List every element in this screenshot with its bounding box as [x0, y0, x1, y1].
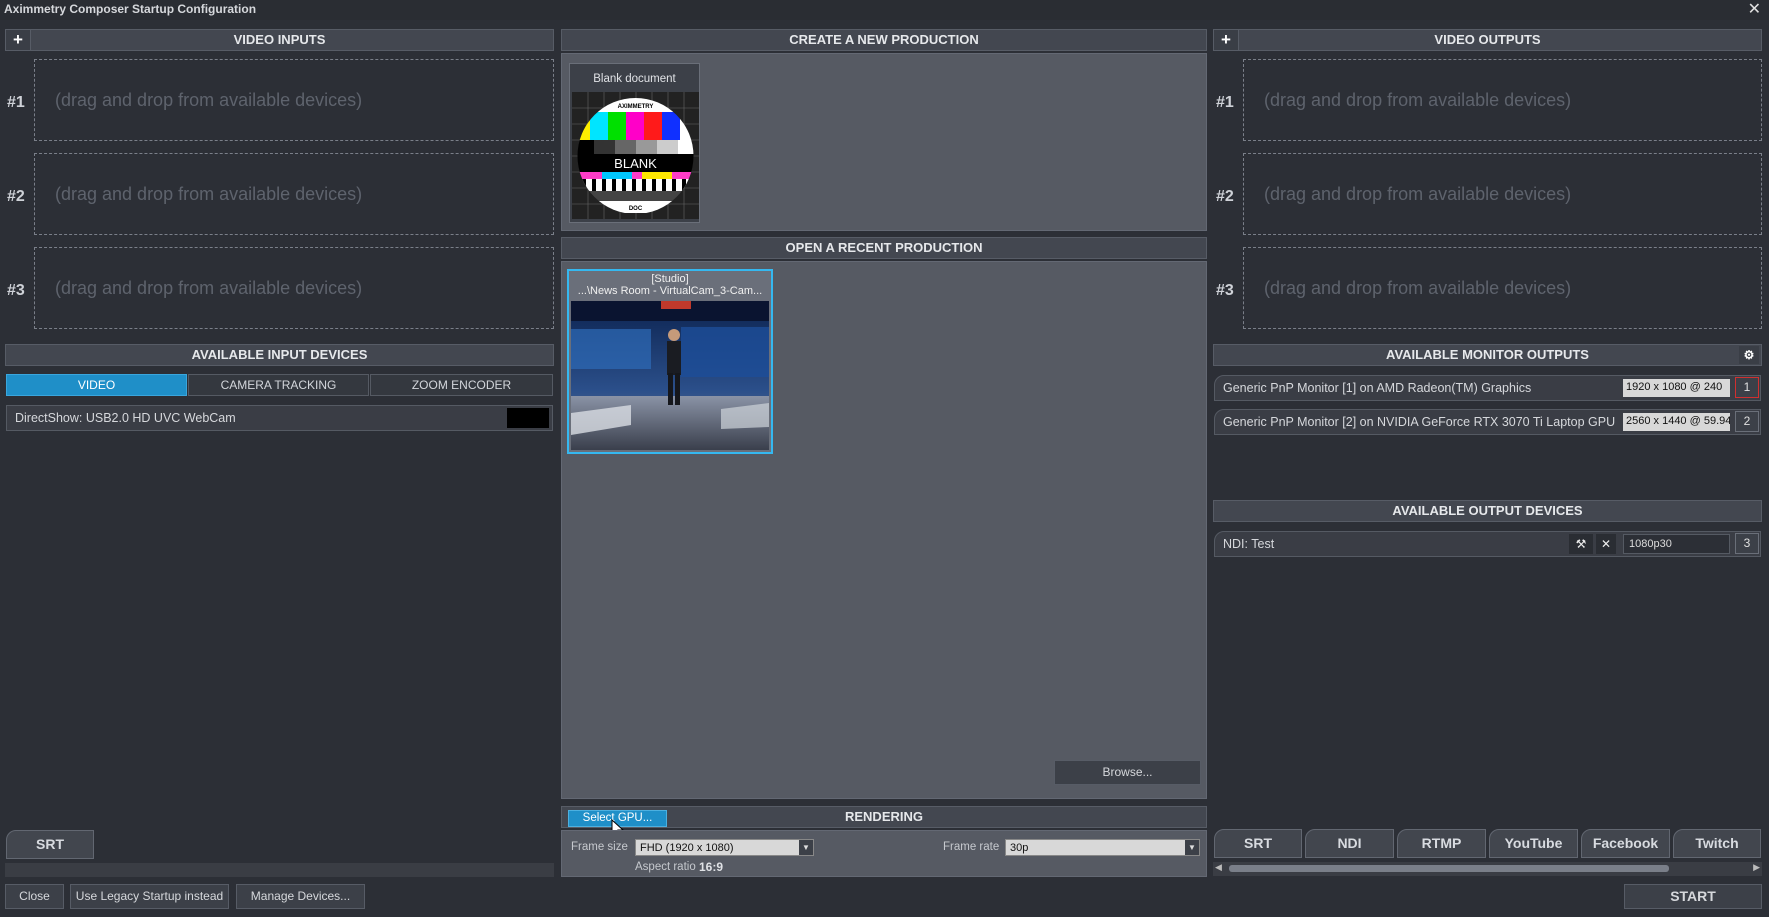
- frame-rate-value: 30p: [1010, 842, 1029, 854]
- monitor-number-box[interactable]: 2: [1735, 411, 1759, 432]
- output-tabs-scrollbar[interactable]: ◀ ▶: [1213, 862, 1762, 876]
- input-device-name: DirectShow: USB2.0 HD UVC WebCam: [15, 411, 236, 425]
- title-bar: Aximmetry Composer Startup Configuration…: [0, 0, 1769, 20]
- logo-mid-text: BLANK: [614, 156, 657, 171]
- output-tab-twitch[interactable]: Twitch: [1673, 829, 1761, 858]
- wrench-icon[interactable]: ⚒: [1569, 534, 1593, 554]
- close-window-icon[interactable]: ✕: [1748, 0, 1761, 19]
- monitor-mode-field[interactable]: 1920 x 1080 @ 240: [1623, 379, 1730, 397]
- create-production-header: CREATE A NEW PRODUCTION: [561, 29, 1207, 51]
- scroll-left-icon[interactable]: ◀: [1215, 862, 1222, 873]
- output-tab-facebook[interactable]: Facebook: [1581, 829, 1670, 858]
- frame-size-select[interactable]: FHD (1920 x 1080) ▼: [635, 839, 814, 856]
- output-device-row[interactable]: NDI: Test ⚒ ✕ 1080p30 3: [1214, 531, 1761, 557]
- tab-video[interactable]: VIDEO: [6, 374, 187, 396]
- monitor-name: Generic PnP Monitor [2] on NVIDIA GeForc…: [1223, 415, 1616, 429]
- rendering-panel: Frame size FHD (1920 x 1080) ▼ Frame rat…: [561, 830, 1207, 877]
- output-number-box[interactable]: 3: [1735, 533, 1759, 554]
- monitor-row-1[interactable]: Generic PnP Monitor [1] on AMD Radeon(TM…: [1214, 375, 1761, 401]
- window-title: Aximmetry Composer Startup Configuration: [4, 2, 257, 16]
- video-output-slot-1[interactable]: (drag and drop from available devices): [1243, 59, 1762, 141]
- recent-production-header: OPEN A RECENT PRODUCTION: [561, 237, 1207, 259]
- video-input-slot-number: #2: [7, 188, 25, 205]
- scrollbar-thumb[interactable]: [1229, 865, 1669, 872]
- create-production-panel: Blank document AXIMMETRY BLANK DOC: [561, 53, 1207, 231]
- input-device-row[interactable]: DirectShow: USB2.0 HD UVC WebCam: [6, 405, 553, 431]
- output-tab-ndi[interactable]: NDI: [1305, 829, 1394, 858]
- blank-document-tile[interactable]: Blank document AXIMMETRY BLANK DOC: [569, 63, 700, 223]
- monitor-settings-icon[interactable]: ⚙: [1739, 346, 1759, 364]
- frame-size-label: Frame size: [571, 841, 628, 853]
- close-button[interactable]: Close: [5, 884, 64, 909]
- video-output-slot-number: #3: [1216, 282, 1234, 299]
- add-video-output-button[interactable]: +: [1214, 30, 1239, 50]
- recent-item-line2: ...\News Room - VirtualCam_3-Cam...: [577, 285, 763, 297]
- output-device-name: NDI: Test: [1223, 537, 1275, 551]
- recent-production-item[interactable]: [Studio] ...\News Room - VirtualCam_3-Ca…: [567, 269, 773, 454]
- recent-production-thumbnail: [571, 301, 769, 450]
- frame-rate-label: Frame rate: [943, 841, 1000, 853]
- output-format-field[interactable]: 1080p30: [1623, 534, 1730, 554]
- video-input-slot-3[interactable]: (drag and drop from available devices): [34, 247, 554, 329]
- scroll-right-icon[interactable]: ▶: [1753, 862, 1760, 873]
- video-output-slot-3[interactable]: (drag and drop from available devices): [1243, 247, 1762, 329]
- logo-top-text: AXIMMETRY: [618, 104, 654, 110]
- browse-button[interactable]: Browse...: [1054, 760, 1201, 785]
- logo-bottom-text: DOC: [629, 206, 643, 212]
- start-button[interactable]: START: [1624, 884, 1762, 909]
- tab-zoom-encoder[interactable]: ZOOM ENCODER: [370, 374, 553, 396]
- blank-document-label: Blank document: [593, 73, 676, 85]
- video-input-slot-number: #3: [7, 282, 25, 299]
- chevron-down-icon: ▼: [1185, 840, 1199, 855]
- aspect-ratio-value: 16:9: [699, 860, 724, 874]
- add-video-input-button[interactable]: +: [6, 30, 31, 50]
- video-inputs-header: + VIDEO INPUTS: [5, 29, 554, 51]
- manage-devices-button[interactable]: Manage Devices...: [236, 884, 365, 909]
- chevron-down-icon: ▼: [799, 840, 813, 855]
- blank-doc-logo: AXIMMETRY BLANK DOC: [572, 92, 699, 219]
- rendering-title: RENDERING: [844, 809, 923, 824]
- frame-rate-select[interactable]: 30p ▼: [1005, 839, 1200, 856]
- remove-icon[interactable]: ✕: [1596, 534, 1616, 554]
- output-devices-header: AVAILABLE OUTPUT DEVICES: [1213, 500, 1762, 522]
- monitor-row-2[interactable]: Generic PnP Monitor [2] on NVIDIA GeForc…: [1214, 409, 1761, 435]
- video-outputs-title: VIDEO OUTPUTS: [1434, 32, 1541, 47]
- video-output-slot-number: #1: [1216, 94, 1234, 111]
- video-output-slot-2[interactable]: (drag and drop from available devices): [1243, 153, 1762, 235]
- video-input-slot-number: #1: [7, 94, 25, 111]
- device-preview-thumbnail: [507, 408, 549, 428]
- monitor-outputs-title: AVAILABLE MONITOR OUTPUTS: [1386, 347, 1589, 362]
- video-inputs-title: VIDEO INPUTS: [233, 32, 326, 47]
- recent-item-line1: [Studio]: [651, 273, 689, 285]
- monitor-name: Generic PnP Monitor [1] on AMD Radeon(TM…: [1223, 381, 1532, 395]
- aspect-ratio-label: Aspect ratio: [635, 861, 696, 873]
- monitor-mode-field[interactable]: 2560 x 1440 @ 59.94: [1623, 413, 1730, 431]
- video-input-slot-1[interactable]: (drag and drop from available devices): [34, 59, 554, 141]
- input-tabs-bar: [5, 863, 554, 877]
- output-tab-rtmp[interactable]: RTMP: [1397, 829, 1486, 858]
- video-output-slot-number: #2: [1216, 188, 1234, 205]
- output-tab-youtube[interactable]: YouTube: [1489, 829, 1578, 858]
- monitor-number-box[interactable]: 1: [1735, 377, 1759, 398]
- input-tab-srt[interactable]: SRT: [6, 830, 94, 859]
- tab-camera-tracking[interactable]: CAMERA TRACKING: [188, 374, 369, 396]
- available-input-devices-header: AVAILABLE INPUT DEVICES: [5, 344, 554, 366]
- video-input-slot-2[interactable]: (drag and drop from available devices): [34, 153, 554, 235]
- video-outputs-header: + VIDEO OUTPUTS: [1213, 29, 1762, 51]
- frame-size-value: FHD (1920 x 1080): [640, 842, 734, 854]
- legacy-startup-button[interactable]: Use Legacy Startup instead: [70, 884, 229, 909]
- monitor-outputs-header: AVAILABLE MONITOR OUTPUTS ⚙: [1213, 344, 1762, 366]
- recent-production-panel: [Studio] ...\News Room - VirtualCam_3-Ca…: [561, 261, 1207, 799]
- output-tab-srt[interactable]: SRT: [1214, 829, 1302, 858]
